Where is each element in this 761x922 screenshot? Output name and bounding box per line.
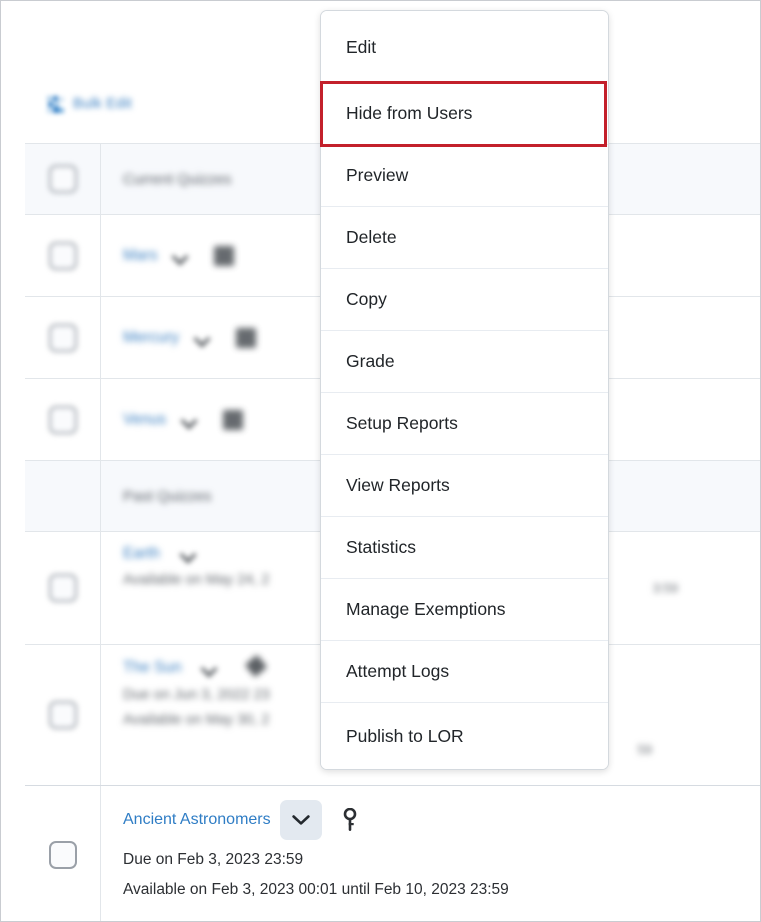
row-checkbox[interactable] bbox=[48, 405, 77, 434]
status-icon bbox=[214, 245, 235, 266]
row-checkbox[interactable] bbox=[48, 840, 77, 869]
context-menu: Edit Hide from Users Preview Delete Copy… bbox=[320, 10, 609, 770]
quiz-list-page: Bulk Edit Current Quizzes Mars Mercury V… bbox=[0, 0, 761, 922]
bulk-edit-icon bbox=[47, 95, 64, 113]
row-checkbox-cell[interactable] bbox=[25, 379, 101, 460]
row-right-text: 3:59 bbox=[652, 580, 678, 596]
chevron-down-icon[interactable] bbox=[199, 659, 221, 677]
select-all-checkbox[interactable] bbox=[48, 165, 77, 193]
chevron-down-icon[interactable] bbox=[279, 800, 322, 840]
menu-item-manage-exemptions[interactable]: Manage Exemptions bbox=[321, 579, 608, 641]
row-checkbox[interactable] bbox=[48, 241, 77, 270]
chevron-down-icon[interactable] bbox=[178, 545, 200, 563]
quiz-title-link[interactable]: Mars bbox=[123, 247, 157, 265]
row-checkbox[interactable] bbox=[48, 323, 77, 352]
section-label: Current Quizzes bbox=[123, 170, 232, 188]
row-checkbox-cell[interactable] bbox=[25, 297, 101, 378]
quiz-due-date: Due on Feb 3, 2023 23:59 bbox=[123, 851, 304, 868]
menu-item-setup-reports[interactable]: Setup Reports bbox=[321, 393, 608, 455]
row-checkbox[interactable] bbox=[48, 574, 77, 602]
row-checkbox-cell[interactable] bbox=[25, 532, 101, 644]
menu-item-delete[interactable]: Delete bbox=[321, 207, 608, 269]
quiz-availability: Available on Feb 3, 2023 00:01 until Feb… bbox=[123, 881, 509, 898]
row-checkbox-cell[interactable] bbox=[25, 144, 101, 214]
quiz-title-link[interactable]: Ancient Astronomers bbox=[123, 810, 271, 830]
table-row: Ancient Astronomers Due on Feb 3, 2023 2… bbox=[25, 786, 760, 921]
quiz-title-link[interactable]: Mercury bbox=[123, 329, 179, 347]
quiz-title-line: Ancient Astronomers bbox=[123, 800, 760, 840]
row-checkbox-cell bbox=[25, 461, 101, 531]
row-checkbox-cell[interactable] bbox=[25, 645, 101, 785]
key-icon bbox=[248, 658, 261, 678]
menu-item-edit[interactable]: Edit bbox=[321, 11, 608, 83]
menu-item-publish-to-lor[interactable]: Publish to LOR bbox=[321, 703, 608, 769]
menu-item-view-reports[interactable]: View Reports bbox=[321, 455, 608, 517]
bulk-edit-label: Bulk Edit bbox=[73, 96, 133, 112]
row-checkbox-cell[interactable] bbox=[25, 786, 101, 921]
section-label: Past Quizzes bbox=[123, 487, 212, 505]
row-content: Ancient Astronomers Due on Feb 3, 2023 2… bbox=[101, 786, 760, 921]
menu-item-grade[interactable]: Grade bbox=[321, 331, 608, 393]
chevron-down-icon[interactable] bbox=[170, 247, 192, 265]
chevron-down-icon[interactable] bbox=[179, 411, 201, 429]
row-right-text: 59 bbox=[637, 742, 652, 757]
quiz-title-link[interactable]: Earth bbox=[123, 545, 160, 563]
menu-item-copy[interactable]: Copy bbox=[321, 269, 608, 331]
quiz-title-link[interactable]: The Sun bbox=[123, 659, 182, 677]
key-icon bbox=[339, 808, 361, 832]
chevron-down-icon[interactable] bbox=[192, 329, 214, 347]
bulk-edit-button[interactable]: Bulk Edit bbox=[47, 90, 132, 118]
menu-item-statistics[interactable]: Statistics bbox=[321, 517, 608, 579]
status-icon bbox=[223, 409, 244, 430]
menu-item-attempt-logs[interactable]: Attempt Logs bbox=[321, 641, 608, 703]
menu-item-hide-from-users[interactable]: Hide from Users bbox=[321, 83, 608, 145]
row-checkbox-cell[interactable] bbox=[25, 215, 101, 296]
row-checkbox[interactable] bbox=[48, 701, 77, 729]
quiz-title-link[interactable]: Venus bbox=[123, 411, 166, 429]
menu-item-preview[interactable]: Preview bbox=[321, 145, 608, 207]
status-icon bbox=[235, 327, 256, 348]
